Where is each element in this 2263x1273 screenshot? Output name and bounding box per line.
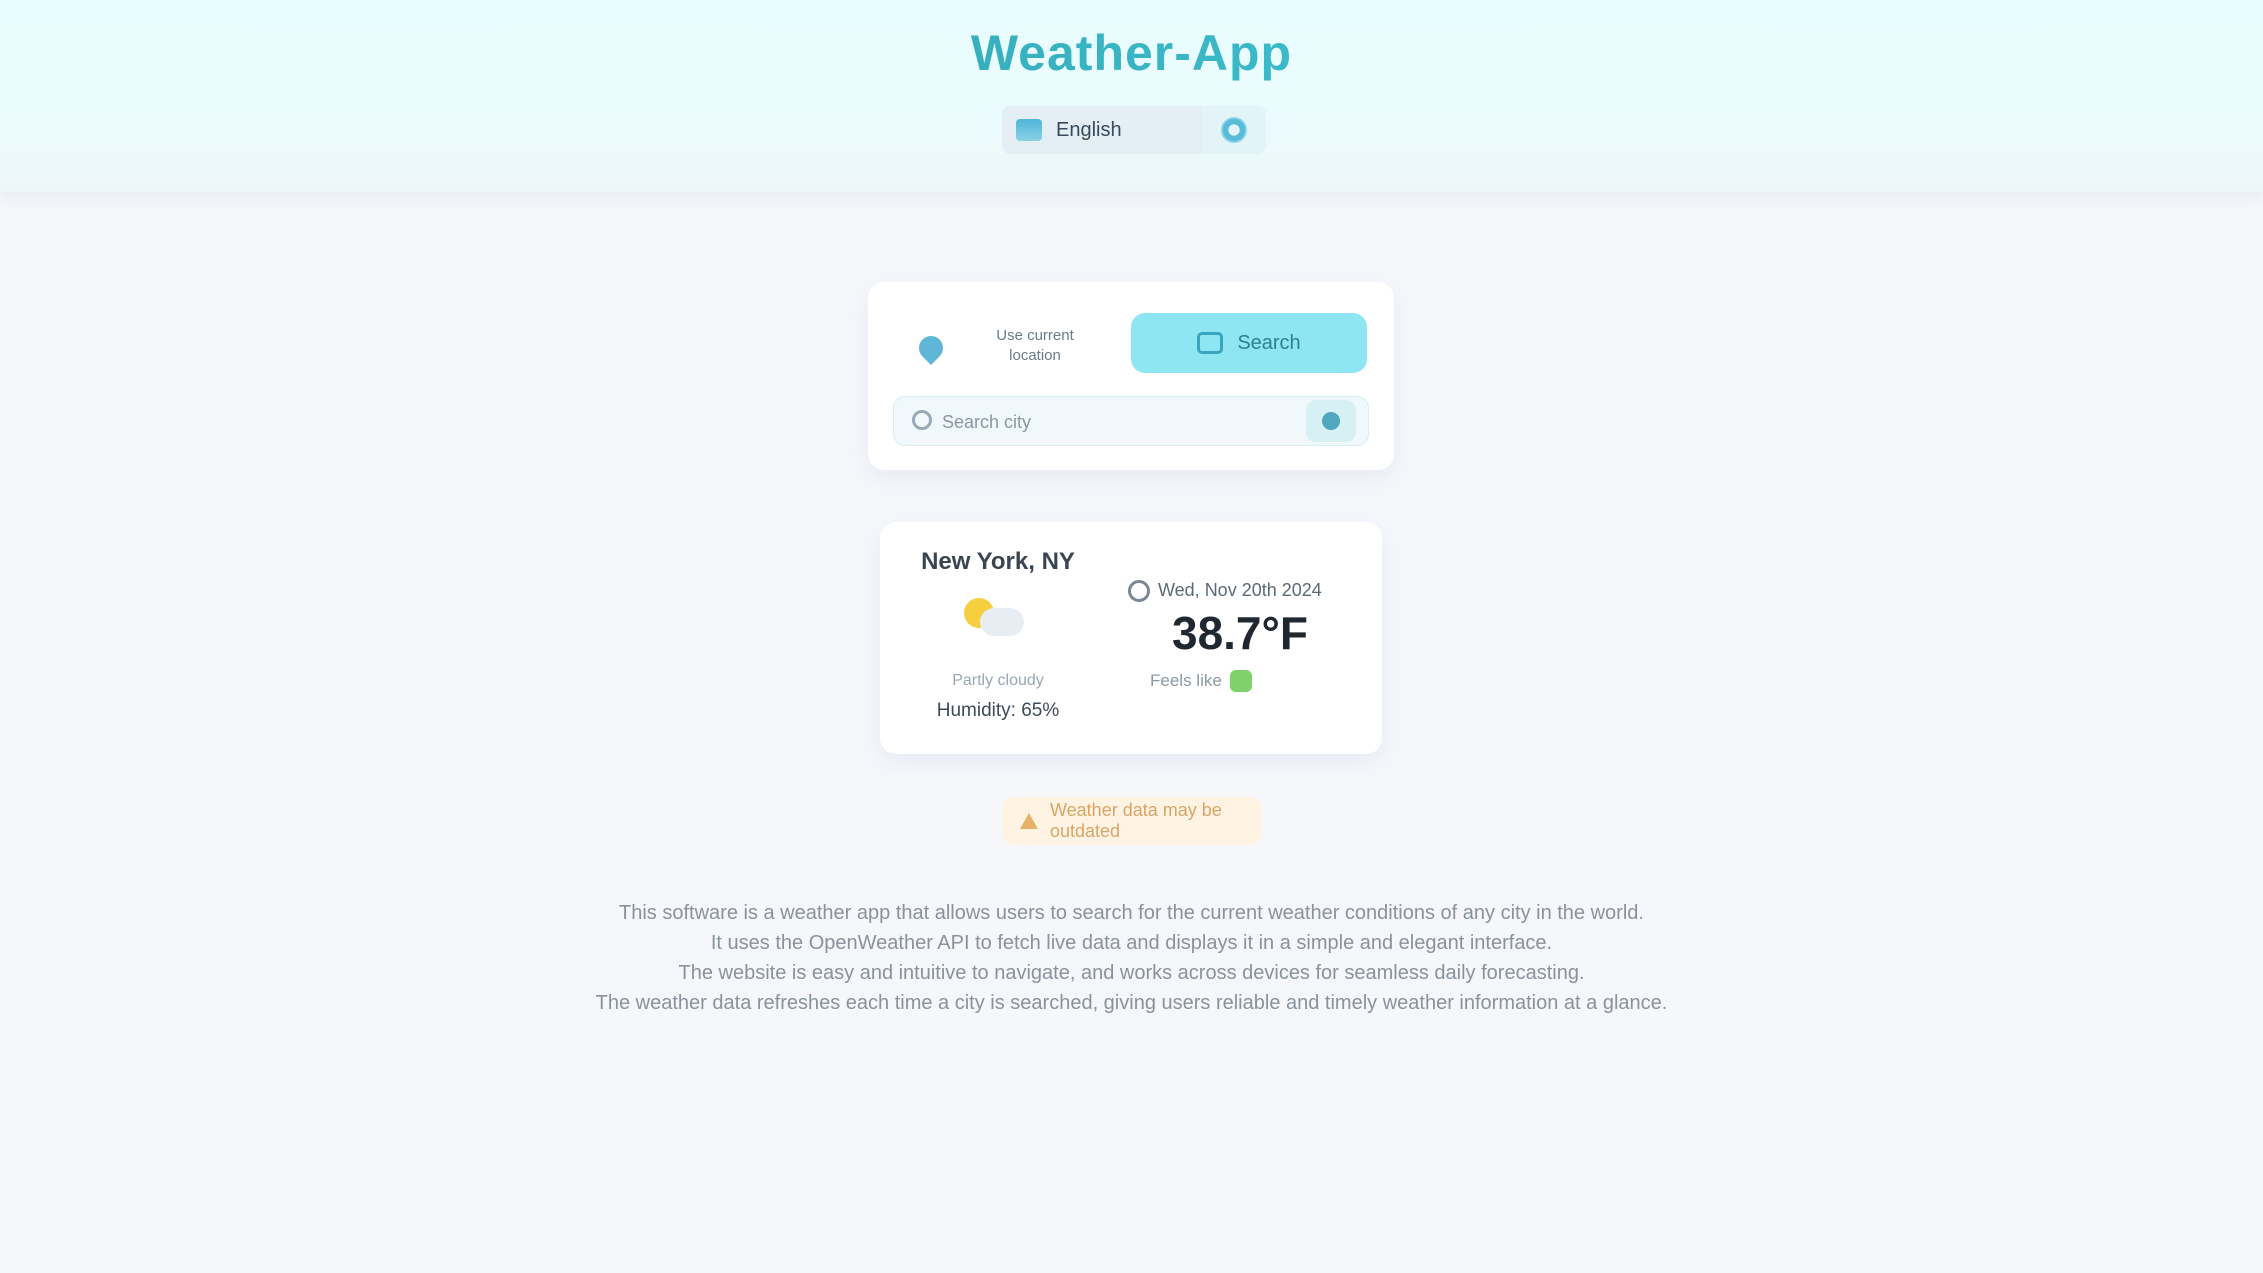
search-button-label: Search	[1237, 331, 1301, 354]
flag-icon	[1016, 119, 1042, 141]
app-title: Weather-App	[0, 24, 2263, 82]
feels-like-indicator	[1229, 670, 1252, 692]
condition-description: Humidity: 65%	[936, 700, 1060, 721]
app-description: This software is a weather app that allo…	[520, 898, 1743, 1018]
current-location-button[interactable]: Use current location	[970, 326, 1100, 366]
settings-button[interactable]	[1202, 117, 1266, 143]
description-line: The weather data refreshes each time a c…	[595, 992, 1668, 1014]
notice-text: Weather data may be outdated	[1050, 800, 1222, 841]
submit-search-button[interactable]	[1306, 400, 1356, 442]
cloud-icon	[980, 608, 1024, 636]
outdated-notice: Weather data may be outdated	[1002, 797, 1262, 845]
search-button[interactable]: Search	[1131, 313, 1367, 373]
city-name: New York, NY	[921, 548, 1075, 575]
description-line: This software is a weather app that allo…	[619, 902, 1644, 924]
language-dropdown[interactable]: English	[1002, 106, 1202, 154]
warning-icon	[1020, 813, 1038, 829]
clock-icon	[1128, 580, 1150, 602]
description-line: It uses the OpenWeather API to fetch liv…	[710, 932, 1553, 954]
condition-label: Partly cloudy	[952, 672, 1044, 689]
date-text: Wed, Nov 20th 2024	[1158, 580, 1322, 600]
language-label: English	[1056, 118, 1122, 141]
arrow-icon	[1322, 412, 1340, 430]
language-selector[interactable]: English	[1002, 106, 1266, 154]
feels-like-label: Feels like	[1150, 671, 1222, 690]
search-icon	[912, 410, 932, 430]
feels-like-row: Feels like	[1150, 668, 1350, 694]
search-button-icon	[1197, 332, 1224, 354]
temperature-value: 38.7°F	[1171, 607, 1309, 659]
city-search-input[interactable]	[942, 404, 1292, 440]
partly-cloudy-icon	[958, 590, 1026, 646]
gear-icon	[1221, 117, 1247, 143]
description-line: The website is easy and intuitive to nav…	[678, 962, 1585, 984]
